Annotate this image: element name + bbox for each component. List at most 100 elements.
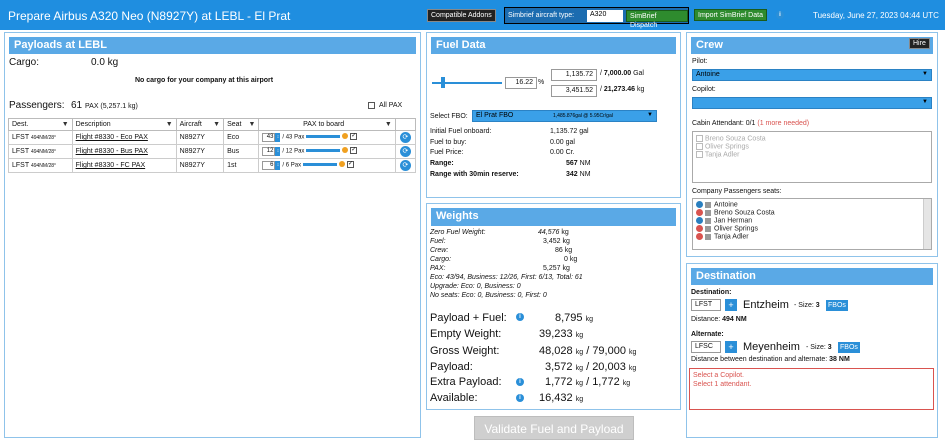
- empty-weight-label: Empty Weight:: [430, 328, 502, 340]
- fuel-slider-handle[interactable]: [441, 77, 445, 88]
- pax-board-cell: 6 ↕ / 6 Pax ✓: [258, 158, 396, 173]
- fbos-button[interactable]: FBOs: [826, 300, 848, 311]
- seat-cell: Bus: [223, 144, 260, 159]
- info-icon[interactable]: i: [516, 394, 524, 402]
- destination-size: - Size: 3: [794, 302, 820, 309]
- spinner-icon[interactable]: ↕: [275, 146, 281, 156]
- list-item[interactable]: Breno Souza Costa: [696, 135, 928, 143]
- slider-handle[interactable]: [338, 161, 345, 168]
- pax-quantity-input[interactable]: 43: [262, 133, 276, 143]
- slider-handle[interactable]: [342, 147, 349, 154]
- scrollbar[interactable]: [923, 199, 931, 249]
- alternate-fbos-button[interactable]: FBOs: [838, 342, 860, 353]
- pax-checkbox[interactable]: ✓: [350, 132, 358, 140]
- pax-slider[interactable]: [306, 148, 341, 152]
- fuel-percent-input[interactable]: 16.22: [505, 77, 537, 89]
- list-item[interactable]: Breno Souza Costa: [696, 209, 928, 217]
- copilot-select[interactable]: ▼: [692, 97, 932, 109]
- pax-quantity-input[interactable]: 6: [262, 161, 276, 171]
- slider-handle[interactable]: [342, 133, 349, 140]
- col-pax-to-board[interactable]: PAX to board ▼: [258, 118, 396, 131]
- filter-icon[interactable]: ▼: [62, 121, 69, 128]
- filter-icon[interactable]: ▼: [385, 121, 392, 128]
- filter-icon[interactable]: ▼: [166, 121, 173, 128]
- fuel-kg-input[interactable]: 3,451.52: [551, 85, 597, 97]
- list-item[interactable]: Tanja Adler: [696, 151, 928, 159]
- reload-icon[interactable]: ⟳: [399, 160, 411, 171]
- table-row[interactable]: LFST 494NM/28° Flight #8330 - FC PAX N89…: [8, 158, 417, 173]
- alternate-label: Alternate:: [691, 331, 724, 338]
- table-row[interactable]: LFST 494NM/28° Flight #8330 - Eco PAX N8…: [8, 130, 417, 145]
- table-row[interactable]: LFST 494NM/28° Flight #8330 - Bus PAX N8…: [8, 144, 417, 159]
- pax-checkbox[interactable]: ✓: [346, 160, 354, 168]
- company-pax-label: Company Passengers seats:: [692, 188, 782, 195]
- all-pax-checkbox[interactable]: [368, 102, 375, 109]
- payload-value: 3,572 kg / 20,003 kg: [545, 361, 637, 373]
- passengers-label: Passengers:: [9, 100, 65, 111]
- seat-icon: [705, 233, 711, 240]
- description-link[interactable]: Flight #8330 - Eco PAX: [71, 130, 177, 145]
- extra-payload-label: Extra Payload:: [430, 376, 502, 388]
- attendant-list[interactable]: Breno Souza Costa Oliver Springs Tanja A…: [692, 131, 932, 183]
- validate-button[interactable]: Validate Fuel and Payload: [474, 416, 634, 440]
- description-link[interactable]: Flight #8330 - Bus PAX: [71, 144, 177, 159]
- import-simbrief-button[interactable]: Import SimBrief Data: [694, 9, 767, 21]
- fuel-title: Fuel Data: [431, 37, 676, 54]
- col-actions: [394, 118, 417, 131]
- passengers-detail: PAX (5,257.1 kg): [85, 103, 138, 110]
- seat-cell: Eco: [223, 130, 260, 145]
- filter-icon[interactable]: ▼: [213, 121, 220, 128]
- col-description[interactable]: Description ▼: [71, 118, 177, 131]
- list-item[interactable]: Antoine: [696, 201, 928, 209]
- aircraft-cell: N8927Y: [175, 130, 225, 145]
- pilot-select[interactable]: Antoine ▼: [692, 69, 932, 81]
- description-link[interactable]: Flight #8330 - FC PAX: [71, 158, 177, 173]
- payloads-title: Payloads at LEBL: [9, 37, 416, 54]
- range-label: Range:: [430, 160, 454, 167]
- reload-icon[interactable]: ⟳: [399, 146, 411, 157]
- pax-slider[interactable]: [306, 134, 341, 138]
- add-icon[interactable]: +: [725, 299, 737, 311]
- list-item[interactable]: Oliver Springs: [696, 143, 928, 151]
- destination-label: Destination:: [691, 289, 732, 296]
- compatible-addons-button[interactable]: Compatible Addons: [427, 9, 496, 22]
- hire-button[interactable]: Hire: [909, 38, 930, 49]
- extra-payload-value: 1,772 kg / 1,772 kg: [545, 376, 631, 388]
- list-item[interactable]: Oliver Springs: [696, 225, 928, 233]
- pax-slider[interactable]: [303, 162, 338, 166]
- fbo-select[interactable]: El Prat FBO 1,485.876gal @ 5.95Cr/gal ▼: [472, 110, 657, 122]
- simbrief-type-label: Simbrief aircraft type:: [508, 12, 575, 19]
- list-item[interactable]: Tanja Adler: [696, 233, 928, 241]
- alternate-icao-input[interactable]: LFSC: [691, 341, 721, 353]
- simbrief-type-input[interactable]: A320: [587, 10, 623, 22]
- filter-icon[interactable]: ▼: [249, 121, 256, 128]
- simbrief-dispatch-button[interactable]: SimBrief Dispatch: [626, 10, 688, 29]
- pax-quantity-input[interactable]: 12: [262, 147, 276, 157]
- info-icon[interactable]: i: [776, 11, 784, 19]
- fuel-row-label: Initial Fuel onboard:: [430, 128, 492, 135]
- col-aircraft[interactable]: Aircraft ▼: [175, 118, 225, 131]
- pax-checkbox[interactable]: ✓: [350, 146, 358, 154]
- seat-icon: [705, 201, 711, 208]
- col-seat[interactable]: Seat ▼: [223, 118, 260, 131]
- spinner-icon[interactable]: ↕: [275, 132, 281, 142]
- reload-icon[interactable]: ⟳: [399, 132, 411, 143]
- avatar: [696, 225, 703, 232]
- pax-board-cell: 12 ↕ / 12 Pax ✓: [258, 144, 396, 159]
- company-pax-list[interactable]: Antoine Breno Souza Costa Jan Herman Oli…: [692, 198, 932, 250]
- info-icon[interactable]: i: [516, 313, 524, 321]
- payload-label: Payload:: [430, 361, 473, 373]
- attendant-label: Cabin Attendant: 0/1 (1 more needed): [692, 120, 810, 127]
- pilot-label: Pilot:: [692, 58, 708, 65]
- range-reserve-label: Range with 30min reserve:: [430, 171, 519, 178]
- destination-icao-input[interactable]: LFST: [691, 299, 721, 311]
- spinner-icon[interactable]: ↕: [275, 160, 281, 170]
- list-item[interactable]: Jan Herman: [696, 217, 928, 225]
- fuel-gal-input[interactable]: 1,135.72: [551, 69, 597, 81]
- add-icon[interactable]: +: [725, 341, 737, 353]
- seat-icon: [705, 225, 711, 232]
- col-dest[interactable]: Dest. ▼: [8, 118, 73, 131]
- info-icon[interactable]: i: [516, 378, 524, 386]
- table-header-row: Dest. ▼ Description ▼ Aircraft ▼ Seat ▼ PAX …: [8, 118, 417, 131]
- payload-fuel-label: Payload + Fuel:: [430, 312, 507, 324]
